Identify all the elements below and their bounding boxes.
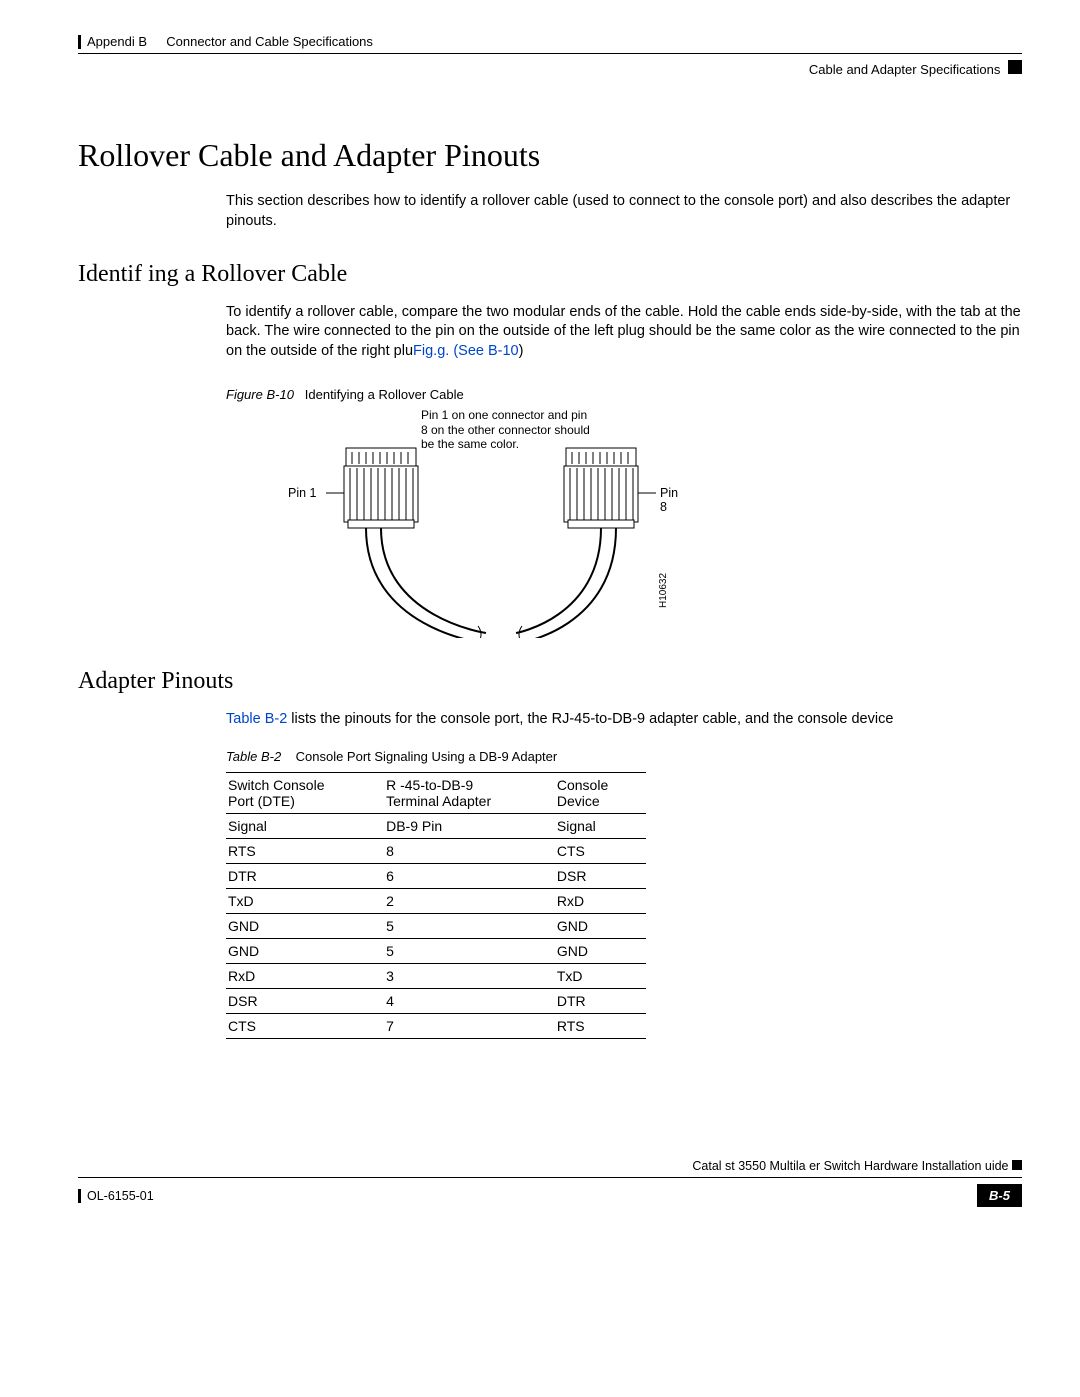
doc-number: OL-6155-01 — [87, 1189, 154, 1203]
pinout-table: Switch ConsolePort (DTE) R -45-to-DB-9Te… — [226, 772, 646, 1039]
figure-xref[interactable]: Fig.g. (See B-10 — [413, 343, 519, 359]
col3-header: ConsoleDevice — [555, 773, 646, 814]
section-heading-adapter: Adapter Pinouts — [78, 668, 1022, 695]
section-heading-identify: Identif ing a Rollover Cable — [78, 261, 1022, 288]
intro-paragraph: This section describes how to identify a… — [226, 192, 1022, 231]
table-row: CTS7RTS — [226, 1014, 646, 1039]
header-accent-icon — [78, 35, 81, 49]
figure-caption: Figure B-10 Identifying a Rollover Cable — [226, 387, 1022, 402]
table-row: GND5GND — [226, 914, 646, 939]
appendix-title: Connector and Cable Specifications — [166, 34, 373, 49]
page-footer: Catal st 3550 Multila er Switch Hardware… — [78, 1159, 1022, 1207]
rollover-cable-figure: Pin 1 on one connector and pin 8 on the … — [226, 408, 686, 638]
book-title: Catal st 3550 Multila er Switch Hardware… — [692, 1159, 1008, 1173]
identify-paragraph: To identify a rollover cable, compare th… — [226, 303, 1022, 362]
page-number-badge: B-5 — [977, 1184, 1022, 1207]
figure-note: Pin 1 on one connector and pin 8 on the … — [421, 408, 591, 451]
table-row: GND5GND — [226, 939, 646, 964]
table-subheader: Signal DB-9 Pin Signal — [226, 814, 646, 839]
figure-art-id: H10632 — [658, 573, 669, 608]
page: Appendi B Connector and Cable Specificat… — [0, 0, 1080, 1247]
table-xref[interactable]: Table B-2 — [226, 711, 287, 727]
table-caption: Table B-2 Console Port Signaling Using a… — [226, 749, 1022, 764]
section-breadcrumb: Cable and Adapter Specifications — [809, 62, 1001, 77]
table-row: RxD3TxD — [226, 964, 646, 989]
footer-square-icon — [1012, 1160, 1022, 1170]
pin1-label: Pin 1 — [288, 486, 317, 500]
running-header: Appendi B Connector and Cable Specificat… — [78, 34, 1022, 53]
col1-header: Switch ConsolePort (DTE) — [226, 773, 384, 814]
header-square-icon — [1008, 60, 1022, 74]
pin8-label: Pin 8 — [660, 486, 686, 514]
footer-accent-icon — [78, 1189, 81, 1203]
table-row: DSR4DTR — [226, 989, 646, 1014]
adapter-paragraph: Table B-2 lists the pinouts for the cons… — [226, 710, 1022, 730]
appendix-label: Appendi B — [87, 34, 147, 49]
table-row: TxD2RxD — [226, 889, 646, 914]
page-title: Rollover Cable and Adapter Pinouts — [78, 137, 1022, 174]
table-row: DTR6DSR — [226, 864, 646, 889]
col2-header: R -45-to-DB-9Terminal Adapter — [384, 773, 555, 814]
table-row: RTS8CTS — [226, 839, 646, 864]
